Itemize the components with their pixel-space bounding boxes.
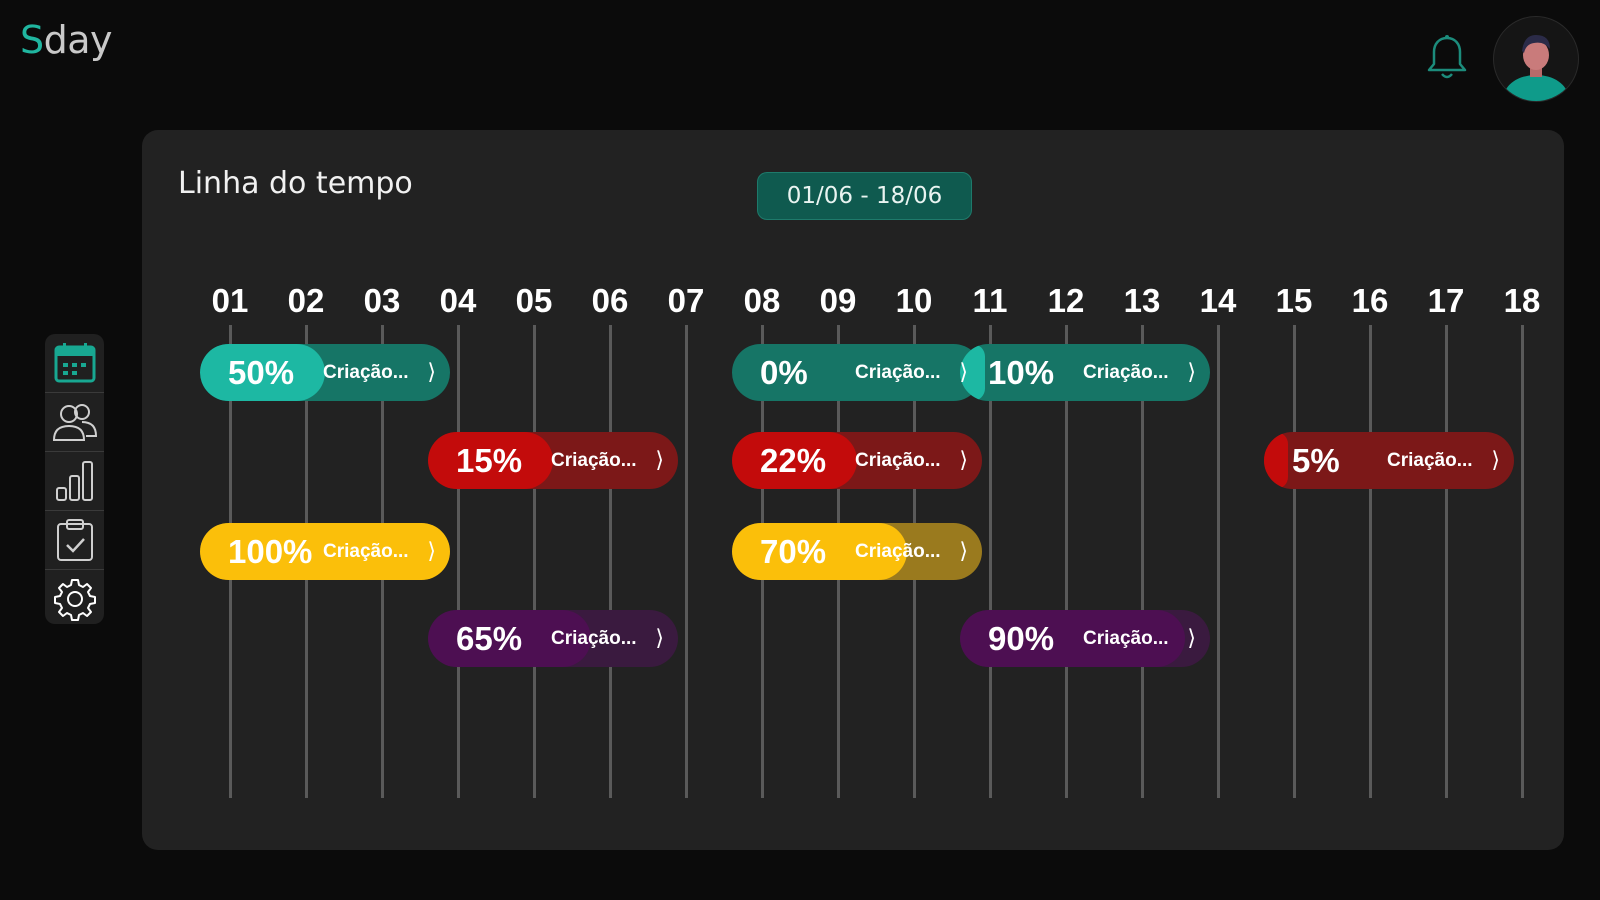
day-label: 06 (591, 282, 629, 319)
day-label: 01 (211, 282, 249, 319)
day-label: 04 (439, 282, 477, 319)
day-label: 12 (1047, 282, 1085, 319)
gear-icon (53, 579, 96, 621)
task-label: Criação... (855, 362, 941, 383)
day-gridline (1521, 325, 1524, 798)
task-label: Criação... (551, 628, 637, 649)
task-bar[interactable]: 22% Criação... ⟩ (732, 432, 982, 489)
logo-initial: S (20, 18, 44, 62)
task-percent: 15% (456, 442, 523, 479)
sidebar-item-reports[interactable] (45, 452, 104, 511)
task-bar[interactable]: 5% Criação... ⟩ (1264, 432, 1514, 489)
day-label: 11 (972, 282, 1008, 319)
clipboard-check-icon (56, 519, 93, 561)
task-percent: 90% (988, 620, 1055, 657)
day-label: 14 (1199, 282, 1237, 319)
task-bar[interactable]: 70% Criação... ⟩ (732, 523, 982, 580)
task-percent: 70% (760, 533, 827, 570)
date-range-button[interactable]: 01/06 - 18/06 (757, 172, 972, 220)
page-title: Linha do tempo (178, 166, 413, 201)
task-percent: 10% (988, 354, 1055, 391)
bell-icon[interactable] (1425, 34, 1469, 82)
task-percent: 100% (228, 533, 313, 570)
task-bar[interactable]: 50% Criação... ⟩ (200, 344, 450, 401)
day-label: 09 (819, 282, 857, 319)
task-percent: 5% (1292, 442, 1340, 479)
sidebar-item-settings[interactable] (45, 570, 104, 624)
chevron-right-icon[interactable]: ⟩ (655, 432, 664, 489)
day-gridline (1293, 325, 1296, 798)
day-label: 05 (515, 282, 553, 319)
chevron-right-icon[interactable]: ⟩ (427, 344, 436, 401)
users-icon (52, 404, 97, 441)
day-label: 03 (363, 282, 401, 319)
chevron-right-icon[interactable]: ⟩ (959, 344, 968, 401)
task-percent: 65% (456, 620, 523, 657)
task-percent: 22% (760, 442, 827, 479)
chevron-right-icon[interactable]: ⟩ (427, 523, 436, 580)
chevron-right-icon[interactable]: ⟩ (959, 523, 968, 580)
task-label: Criação... (1083, 362, 1169, 383)
logo-text: day (43, 18, 113, 62)
sidebar-item-users[interactable] (45, 393, 104, 452)
chevron-right-icon[interactable]: ⟩ (959, 432, 968, 489)
sidebar-item-tasks[interactable] (45, 511, 104, 570)
task-bar[interactable]: 10% Criação... ⟩ (960, 344, 1210, 401)
task-label: Criação... (1387, 450, 1473, 471)
bar-chart-icon (55, 461, 93, 501)
day-gridline (1369, 325, 1372, 798)
task-bar[interactable]: 100% Criação... ⟩ (200, 523, 450, 580)
user-avatar-icon[interactable] (1493, 16, 1579, 102)
day-label: 08 (743, 282, 781, 319)
task-label: Criação... (323, 362, 409, 383)
task-label: Criação... (1083, 628, 1169, 649)
day-label: 18 (1503, 282, 1541, 319)
task-bar[interactable]: 90% Criação... ⟩ (960, 610, 1210, 667)
day-gridline (685, 325, 688, 798)
task-bar[interactable]: 15% Criação... ⟩ (428, 432, 678, 489)
chevron-right-icon[interactable]: ⟩ (655, 610, 664, 667)
calendar-icon (54, 343, 95, 383)
task-percent: 0% (760, 354, 808, 391)
day-label: 07 (667, 282, 705, 319)
task-bar[interactable]: 0% Criação... ⟩ (732, 344, 982, 401)
day-gridline (609, 325, 612, 798)
day-gridline (533, 325, 536, 798)
chevron-right-icon[interactable]: ⟩ (1187, 610, 1196, 667)
day-gridline (1217, 325, 1220, 798)
day-label: 15 (1275, 282, 1313, 319)
day-label: 13 (1123, 282, 1161, 319)
day-label: 16 (1351, 282, 1389, 319)
chevron-right-icon[interactable]: ⟩ (1491, 432, 1500, 489)
day-gridline (457, 325, 460, 798)
timeline-panel: Linha do tempo 01/06 - 18/06 01 02 03 04 05 0… (142, 130, 1564, 850)
task-bar[interactable]: 65% Criação... ⟩ (428, 610, 678, 667)
day-label: 17 (1427, 282, 1465, 319)
app-logo[interactable]: Sday (20, 18, 113, 62)
sidebar-item-calendar[interactable] (45, 334, 104, 393)
chevron-right-icon[interactable]: ⟩ (1187, 344, 1196, 401)
day-label: 10 (895, 282, 933, 319)
day-label: 02 (287, 282, 325, 319)
task-label: Criação... (323, 541, 409, 562)
task-progress-fill (1264, 432, 1288, 489)
task-label: Criação... (551, 450, 637, 471)
sidebar (45, 334, 104, 624)
task-label: Criação... (855, 450, 941, 471)
task-percent: 50% (228, 354, 295, 391)
day-gridline (1445, 325, 1448, 798)
task-label: Criação... (855, 541, 941, 562)
